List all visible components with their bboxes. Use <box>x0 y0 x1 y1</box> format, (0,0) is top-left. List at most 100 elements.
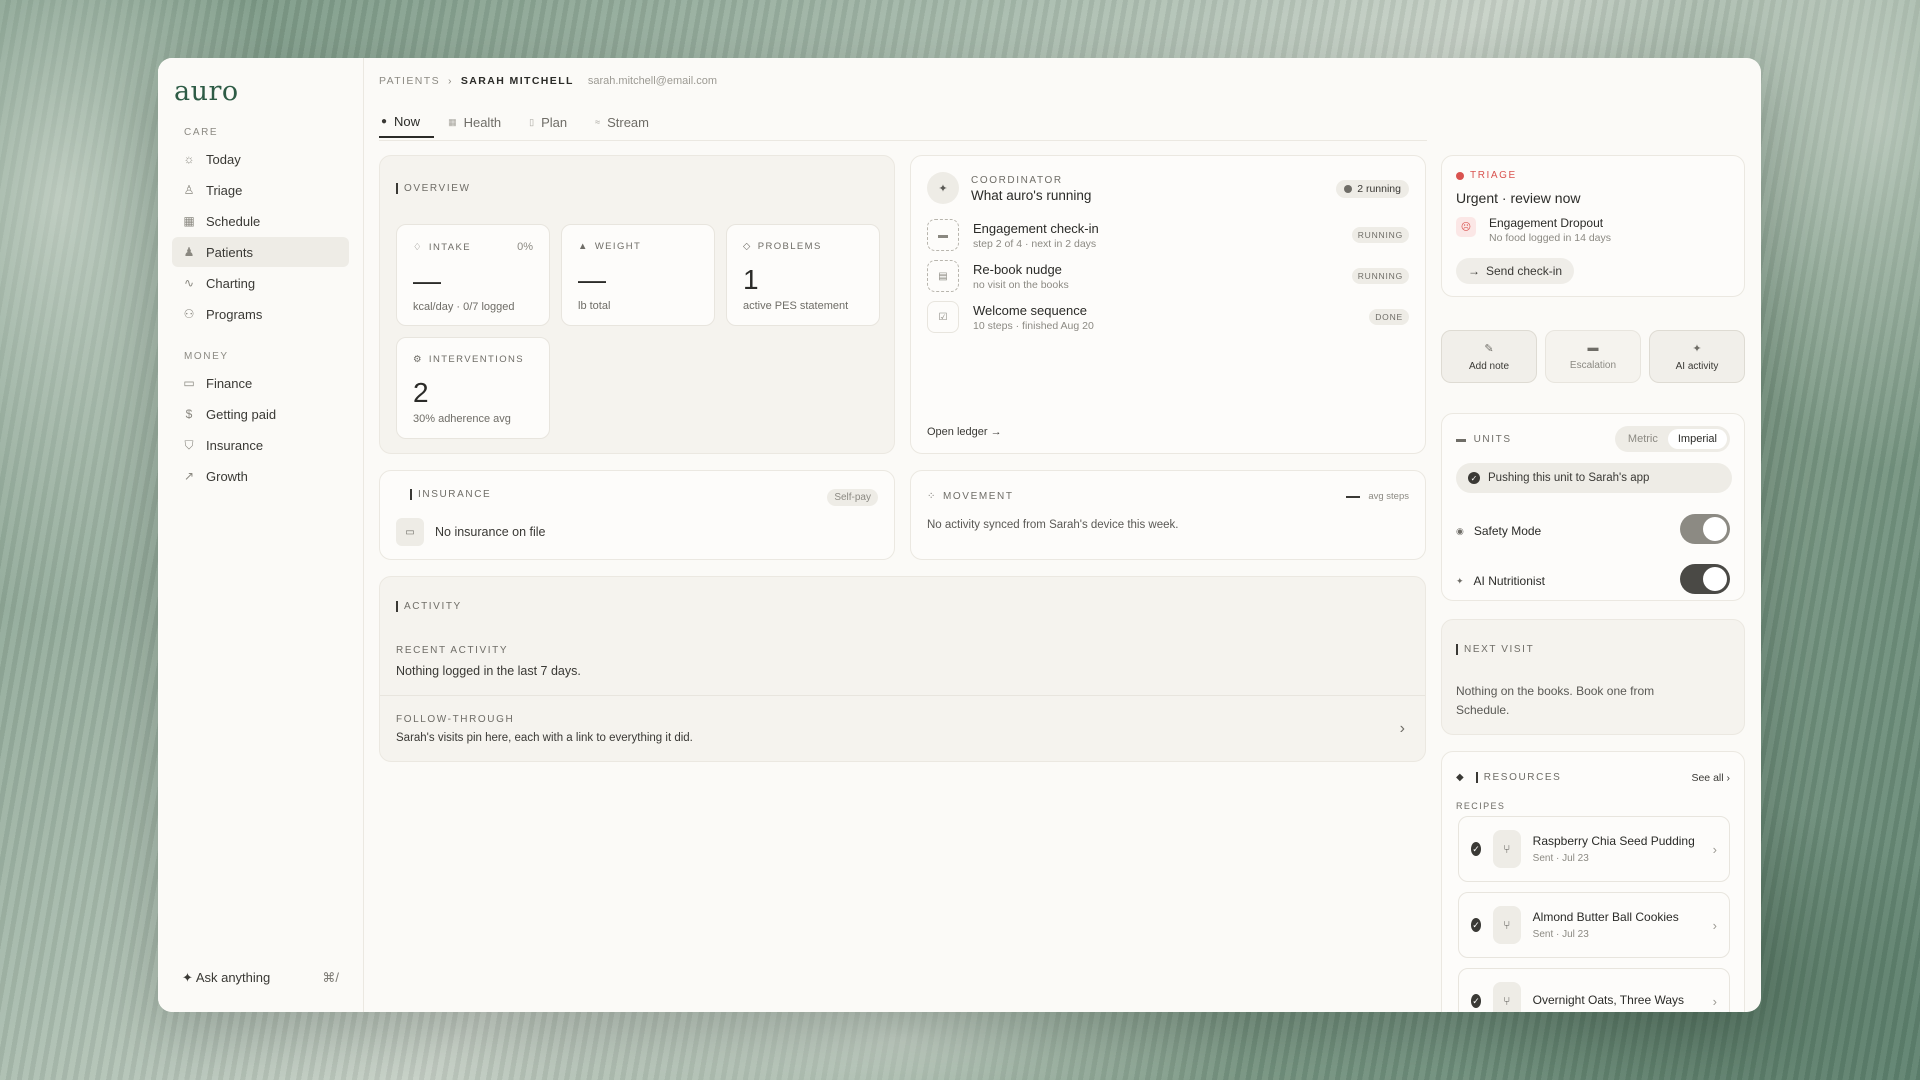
eye-icon: ◉ <box>1456 525 1464 536</box>
chevron-right-icon: › <box>1712 841 1717 857</box>
intake-percent: 0% <box>517 241 533 253</box>
section-bar <box>410 489 412 500</box>
card-icon: ▭ <box>396 518 424 546</box>
sparkle-icon: ✦ <box>1456 575 1464 586</box>
chevron-right-icon: › <box>1726 772 1731 784</box>
coordinator-card: ✦ COORDINATOR What auro's running 2 runn… <box>910 155 1426 454</box>
movement-title-text: MOVEMENT <box>942 491 1014 502</box>
weight-stat[interactable]: ▲ WEIGHT — lb total <box>561 224 715 326</box>
arrow-right-icon: → <box>1468 264 1480 278</box>
intake-value: — <box>413 265 441 296</box>
coordinator-item-sub: step 2 of 4 · next in 2 days <box>973 237 1097 250</box>
app-window: auro CARE ☼ Today ♙ Triage ▦ Schedule ♟ Pati… <box>158 58 1761 1012</box>
activity-title-text: ACTIVITY <box>404 601 462 612</box>
intake-sub: kcal/day · 0/7 logged <box>413 301 515 313</box>
coordinator-title: What auro's running <box>971 188 1092 203</box>
movement-title: ⁘ MOVEMENT <box>927 491 1014 502</box>
insurance-card: INSURANCE Self-pay ▭ No insurance on fil… <box>379 470 895 560</box>
safety-mode-toggle[interactable] <box>1680 514 1730 544</box>
see-all-label: See all <box>1691 772 1724 784</box>
intake-stat[interactable]: ♢ INTAKE 0% — kcal/day · 0/7 logged <box>396 224 550 326</box>
escalation-button[interactable]: ▬ Escalation <box>1545 330 1641 383</box>
imperial-option[interactable]: Imperial <box>1667 429 1727 449</box>
coordinator-item[interactable]: ☑ Welcome sequence 10 steps · finished Au… <box>927 301 1409 333</box>
problems-value: 1 <box>743 264 759 295</box>
resource-title: Almond Butter Ball Cookies <box>1532 910 1679 925</box>
tab-plan[interactable]: ▯ Plan <box>529 106 581 138</box>
resource-item[interactable]: ✓ ⑂ Almond Butter Ball Cookies Sent · Jul… <box>1458 892 1730 958</box>
resources-card: ◆ RESOURCES See all › RECIPES ✓ ⑂ Raspbe… <box>1441 751 1745 1012</box>
units-title-text: UNITS <box>1473 434 1512 445</box>
tab-health[interactable]: ▦ Health <box>448 106 515 138</box>
section-bar <box>1456 644 1458 655</box>
triage-label-text: TRIAGE <box>1470 170 1517 181</box>
coordinator-item[interactable]: ▤ Re-book nudge no visit on the books RUN… <box>927 260 1409 292</box>
stack-icon: ◆ <box>1456 772 1464 783</box>
ai-activity-button[interactable]: ✦ AI activity <box>1649 330 1745 383</box>
weight-sub: lb total <box>578 300 611 312</box>
next-visit-text: Nothing on the books. Book one from Sche… <box>1456 684 1655 717</box>
coordinator-label: COORDINATOR <box>971 175 1063 186</box>
tab-stream[interactable]: ≈ Stream <box>595 106 663 138</box>
chevron-right-icon: › <box>1712 917 1717 933</box>
safety-mode-label: Safety Mode <box>1473 524 1542 538</box>
insurance-title-text: INSURANCE <box>418 489 492 500</box>
coordinator-item[interactable]: ▬ Engagement check-in step 2 of 4 · next … <box>927 219 1409 251</box>
follow-through-row[interactable]: FOLLOW-THROUGH Sarah's visits pin here, … <box>380 696 1425 761</box>
triage-title: Urgent · review now <box>1456 190 1581 206</box>
section-bar <box>396 601 398 612</box>
section-bar <box>1475 772 1478 783</box>
chevron-right-icon: › <box>1712 993 1717 1009</box>
breadcrumb-root[interactable]: PATIENTS <box>379 75 440 87</box>
insurance-text: No insurance on file <box>435 525 546 539</box>
tab-label: Health <box>463 114 502 130</box>
weight-value: — <box>578 264 606 295</box>
check-icon: ✓ <box>1471 842 1482 856</box>
units-card: ▬ UNITS Metric Imperial ✓ Pushing this uni… <box>1441 413 1745 601</box>
tab-label: Now <box>394 113 421 129</box>
resources-title: RESOURCES <box>1475 772 1562 783</box>
see-all-link[interactable]: See all › <box>1691 772 1730 784</box>
weight-icon: ▲ <box>578 241 589 252</box>
running-badge: 2 running <box>1336 180 1409 198</box>
send-check-in-button[interactable]: → Send check-in <box>1456 258 1575 284</box>
fork-knife-icon: ⑂ <box>1493 982 1521 1012</box>
breadcrumb-separator: › <box>447 75 453 87</box>
coordinator-item-name: Re-book nudge <box>973 261 1062 277</box>
movement-text: No activity synced from Sarah's device t… <box>927 519 1179 531</box>
resource-item[interactable]: ✓ ⑂ Raspberry Chia Seed Pudding Sent · Ju… <box>1458 816 1730 882</box>
alert-sub: No food logged in 14 days <box>1489 232 1612 244</box>
follow-through-text: Sarah's visits pin here, each with a lin… <box>396 732 693 744</box>
resource-title: Overnight Oats, Three Ways <box>1532 993 1685 1008</box>
add-note-button[interactable]: ✎ Add note <box>1441 330 1537 383</box>
ai-activity-label: AI activity <box>1675 360 1719 372</box>
ai-nutritionist-toggle[interactable] <box>1680 564 1730 594</box>
recent-activity-label: RECENT ACTIVITY <box>396 645 509 656</box>
overview-title: OVERVIEW <box>396 183 471 194</box>
open-ledger-link[interactable]: Open ledger → <box>927 426 1002 438</box>
interventions-value: 2 <box>413 377 429 408</box>
resource-item[interactable]: ✓ ⑂ Overnight Oats, Three Ways › <box>1458 968 1730 1012</box>
note-icon: ✎ <box>1484 342 1494 355</box>
problems-label: PROBLEMS <box>757 241 822 252</box>
add-note-label: Add note <box>1468 360 1510 372</box>
insurance-title: INSURANCE <box>410 489 491 500</box>
section-bar <box>396 183 398 194</box>
units-notice-text: Pushing this unit to Sarah's app <box>1488 472 1650 484</box>
status-badge: RUNNING <box>1351 268 1409 284</box>
problems-stat[interactable]: ◇ PROBLEMS 1 active PES statement <box>726 224 880 326</box>
tab-now[interactable]: ● Now <box>379 106 435 138</box>
coordinator-item-name: Engagement check-in <box>973 220 1099 236</box>
next-visit-title-text: NEXT VISIT <box>1464 644 1535 655</box>
escalation-label: Escalation <box>1569 360 1617 371</box>
plan-icon: ▯ <box>529 116 535 127</box>
activity-card: ACTIVITY RECENT ACTIVITY Nothing logged … <box>379 576 1426 762</box>
check-square-icon: ☑ <box>927 301 959 333</box>
intake-label: INTAKE <box>428 241 471 253</box>
breadcrumb: PATIENTS › SARAH MITCHELL sarah.mitchell… <box>379 75 717 87</box>
interventions-sub: 30% adherence avg <box>413 413 511 425</box>
interventions-stat[interactable]: ⚙ INTERVENTIONS 2 30% adherence avg <box>396 337 550 439</box>
units-title: ▬ UNITS <box>1456 434 1512 445</box>
problems-sub: active PES statement <box>743 300 849 312</box>
metric-option[interactable]: Metric <box>1618 429 1668 449</box>
